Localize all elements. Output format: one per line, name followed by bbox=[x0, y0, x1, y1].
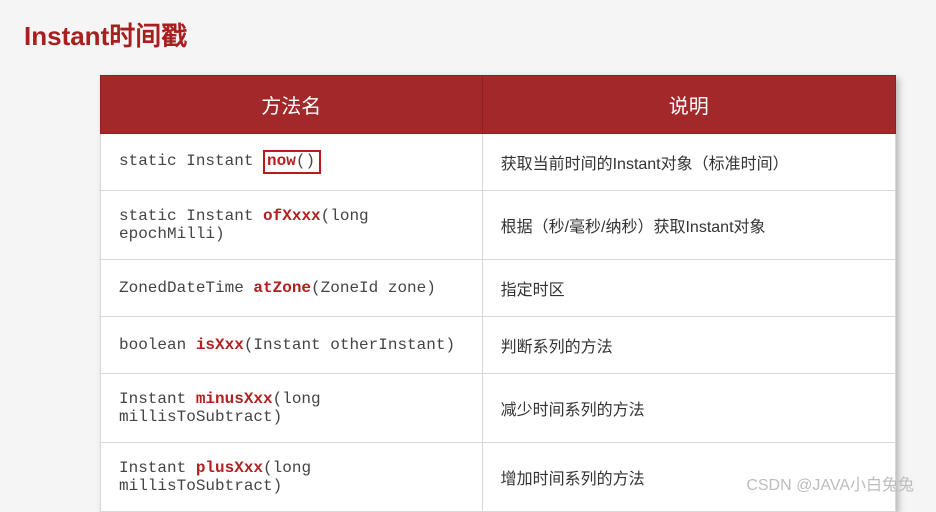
method-cell: ZonedDateTime atZone(ZoneId zone) bbox=[101, 260, 483, 317]
method-pre: static Instant bbox=[119, 152, 263, 170]
table-row: boolean isXxx(Instant otherInstant) 判断系列… bbox=[101, 317, 896, 374]
method-pre: boolean bbox=[119, 336, 196, 354]
method-pre: static Instant bbox=[119, 207, 263, 225]
method-cell: Instant minusXxx(long millisToSubtract) bbox=[101, 374, 483, 443]
table-row: static Instant now() 获取当前时间的Instant对象（标准… bbox=[101, 134, 896, 191]
method-paren: () bbox=[296, 152, 315, 170]
table-row: static Instant ofXxxx(long epochMilli) 根… bbox=[101, 191, 896, 260]
desc-cell: 判断系列的方法 bbox=[482, 317, 895, 374]
method-cell: static Instant ofXxxx(long epochMilli) bbox=[101, 191, 483, 260]
method-keyword: now bbox=[267, 152, 296, 170]
method-cell: boolean isXxx(Instant otherInstant) bbox=[101, 317, 483, 374]
methods-table: 方法名 说明 static Instant now() 获取当前时间的Insta… bbox=[100, 75, 896, 512]
method-pre: Instant bbox=[119, 390, 196, 408]
method-cell: static Instant now() bbox=[101, 134, 483, 191]
page-title: Instant时间戳 bbox=[20, 16, 916, 53]
desc-cell: 获取当前时间的Instant对象（标准时间） bbox=[482, 134, 895, 191]
desc-cell: 减少时间系列的方法 bbox=[482, 374, 895, 443]
table-container: 方法名 说明 static Instant now() 获取当前时间的Insta… bbox=[20, 75, 916, 512]
method-keyword: ofXxxx bbox=[263, 207, 321, 225]
desc-cell: 指定时区 bbox=[482, 260, 895, 317]
watermark: CSDN @JAVA小白兔兔 bbox=[746, 471, 914, 495]
table-row: ZonedDateTime atZone(ZoneId zone) 指定时区 bbox=[101, 260, 896, 317]
table-row: Instant minusXxx(long millisToSubtract) … bbox=[101, 374, 896, 443]
header-method: 方法名 bbox=[101, 76, 483, 134]
method-keyword: isXxx bbox=[196, 336, 244, 354]
desc-cell: 根据（秒/毫秒/纳秒）获取Instant对象 bbox=[482, 191, 895, 260]
method-cell: Instant plusXxx(long millisToSubtract) bbox=[101, 443, 483, 512]
method-pre: Instant bbox=[119, 459, 196, 477]
header-desc: 说明 bbox=[482, 76, 895, 134]
method-pre: ZonedDateTime bbox=[119, 279, 253, 297]
method-post: (Instant otherInstant) bbox=[244, 336, 455, 354]
method-keyword: plusXxx bbox=[196, 459, 263, 477]
method-keyword: atZone bbox=[253, 279, 311, 297]
method-post: (ZoneId zone) bbox=[311, 279, 436, 297]
highlight-box: now() bbox=[263, 150, 321, 174]
method-keyword: minusXxx bbox=[196, 390, 273, 408]
